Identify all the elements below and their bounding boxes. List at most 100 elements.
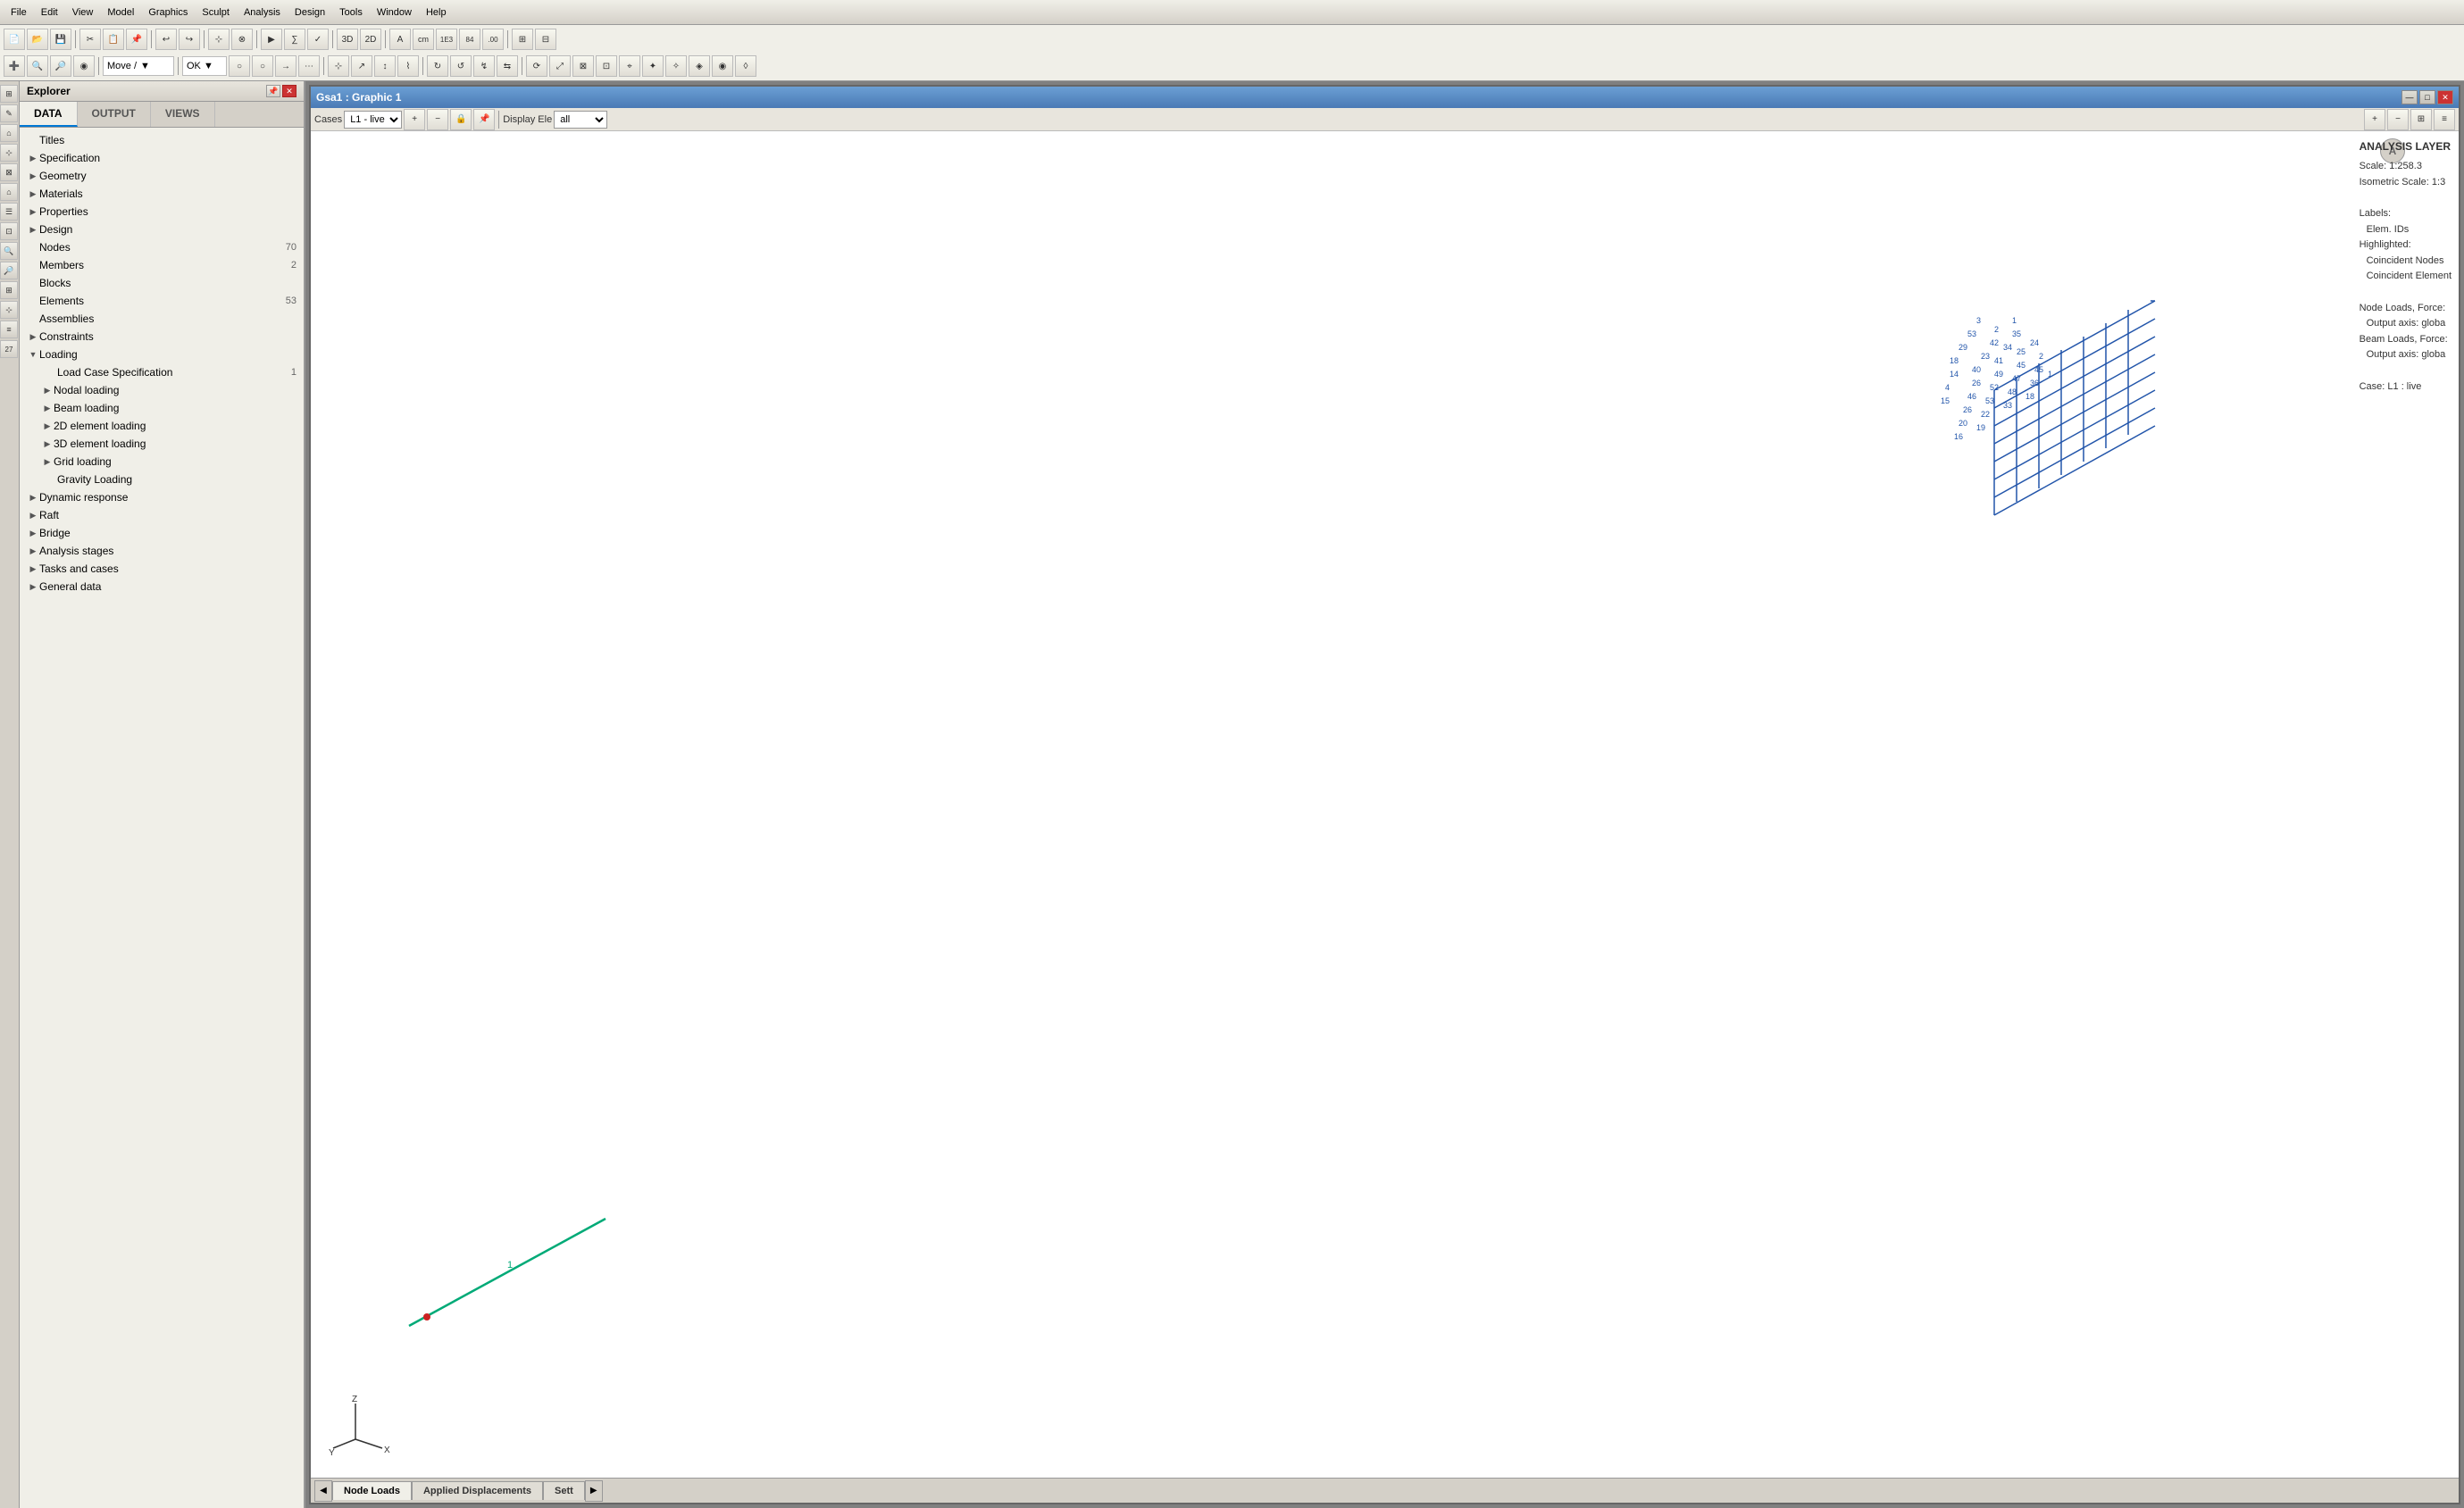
toolbar-magnet[interactable]: 🔍 [27,55,48,77]
toolbar-open[interactable]: 📂 [27,29,48,50]
tree-item-raft[interactable]: Raft [20,506,304,524]
sidebar-icon-6[interactable]: ⌂ [0,183,18,201]
tree-item-dynamic-response[interactable]: Dynamic response [20,488,304,506]
toolbar-x10[interactable]: ◊ [735,55,756,77]
tree-item-geometry[interactable]: Geometry [20,167,304,185]
sidebar-icon-4[interactable]: ⊹ [0,144,18,162]
menu-window[interactable]: Window [377,7,412,18]
toolbar-deselect[interactable]: ⊗ [231,29,253,50]
toolbar-r1[interactable]: ↻ [427,55,448,77]
toolbar-x8[interactable]: ◈ [689,55,710,77]
toolbar-analyse[interactable]: ▶ [261,29,282,50]
gfx-fit[interactable]: ⊞ [2410,109,2432,130]
toolbar-r3[interactable]: ↯ [473,55,495,77]
toolbar-snap2[interactable]: ↗ [351,55,372,77]
toolbar-add[interactable]: ➕ [4,55,25,77]
tab-applied-displacements[interactable]: Applied Displacements [412,1481,543,1500]
menu-analysis[interactable]: Analysis [244,7,280,18]
toolbar-select[interactable]: ⊹ [208,29,230,50]
toolbar-view-3d[interactable]: 3D [337,29,358,50]
tree-item-nodal-loading[interactable]: Nodal loading [20,381,304,399]
graphic-restore-button[interactable]: □ [2419,90,2435,104]
menu-model[interactable]: Model [107,7,134,18]
sidebar-icon-12[interactable]: ⊹ [0,301,18,319]
toolbar-x1[interactable]: ⟳ [526,55,547,77]
tree-item-titles[interactable]: Titles [20,131,304,149]
menu-sculpt[interactable]: Sculpt [202,7,230,18]
sidebar-icon-10[interactable]: 🔎 [0,262,18,279]
tab-settings[interactable]: Sett [543,1481,585,1500]
toolbar-snap1[interactable]: ⊹ [328,55,349,77]
explorer-pin-button[interactable]: 📌 [266,85,280,97]
toolbar-node[interactable]: ⋯ [298,55,320,77]
toolbar-more1[interactable]: ⊞ [512,29,533,50]
toolbar-new[interactable]: 📄 [4,29,25,50]
explorer-close-button[interactable]: ✕ [282,85,297,97]
graphic-minimize-button[interactable]: — [2401,90,2418,104]
toolbar-x2[interactable]: ⤢ [549,55,571,77]
sidebar-icon-5[interactable]: ⊠ [0,163,18,181]
bottom-tab-left-arrow[interactable]: ◀ [314,1480,332,1502]
toolbar-cut[interactable]: ✂ [79,29,101,50]
tab-data[interactable]: DATA [20,102,78,127]
tree-item-loading[interactable]: Loading [20,346,304,363]
move-dropdown[interactable]: Move / ▼ [103,56,174,76]
menu-help[interactable]: Help [426,7,447,18]
tree-item-grid-loading[interactable]: Grid loading [20,453,304,471]
toolbar-undo[interactable]: ↩ [155,29,177,50]
menu-edit[interactable]: Edit [41,7,58,18]
sidebar-icon-7[interactable]: ☰ [0,203,18,221]
toolbar-display[interactable]: ◉ [73,55,95,77]
menu-graphics[interactable]: Graphics [148,7,188,18]
sidebar-icon-13[interactable]: ≡ [0,321,18,338]
tree-item-design[interactable]: Design [20,221,304,238]
toolbar-zoom[interactable]: 🔎 [50,55,71,77]
toolbar-x3[interactable]: ⊠ [572,55,594,77]
tab-node-loads[interactable]: Node Loads [332,1481,412,1500]
toolbar-check[interactable]: ✓ [307,29,329,50]
toolbar-snap3[interactable]: ↕ [374,55,396,77]
sidebar-icon-3[interactable]: ⌂ [0,124,18,142]
gfx-zoom-out[interactable]: − [2387,109,2409,130]
tab-views[interactable]: VIEWS [151,102,215,127]
toolbar-x9[interactable]: ◉ [712,55,733,77]
tree-item-beam-loading[interactable]: Beam loading [20,399,304,417]
toolbar-text[interactable]: A [389,29,411,50]
sidebar-icon-2[interactable]: ✎ [0,104,18,122]
toolbar-view-2d[interactable]: 2D [360,29,381,50]
tree-item-gravity-loading[interactable]: Gravity Loading [20,471,304,488]
tree-item-materials[interactable]: Materials [20,185,304,203]
tree-item-2d-loading[interactable]: 2D element loading [20,417,304,435]
tree-item-analysis-stages[interactable]: Analysis stages [20,542,304,560]
tree-item-assemblies[interactable]: Assemblies [20,310,304,328]
toolbar-x4[interactable]: ⊡ [596,55,617,77]
display-select[interactable]: all [554,111,607,129]
tree-item-properties[interactable]: Properties [20,203,304,221]
toolbar-angle[interactable]: ○ [252,55,273,77]
sidebar-icon-9[interactable]: 🔍 [0,242,18,260]
gfx-remove-case[interactable]: − [427,109,448,130]
toolbar-snap4[interactable]: ⌇ [397,55,419,77]
sidebar-icon-11[interactable]: ⊞ [0,281,18,299]
toolbar-num2[interactable]: .00 [482,29,504,50]
sidebar-icon-8[interactable]: ⊡ [0,222,18,240]
toolbar-redo[interactable]: ↪ [179,29,200,50]
tree-item-3d-loading[interactable]: 3D element loading [20,435,304,453]
sidebar-icon-num[interactable]: 27 [0,340,18,358]
toolbar-r4[interactable]: ⇆ [497,55,518,77]
toolbar-x6[interactable]: ✦ [642,55,664,77]
tree-item-blocks[interactable]: Blocks [20,274,304,292]
tree-item-tasks-and-cases[interactable]: Tasks and cases [20,560,304,578]
graphic-close-button[interactable]: ✕ [2437,90,2453,104]
toolbar-cm[interactable]: cm [413,29,434,50]
toolbar-results[interactable]: ∑ [284,29,305,50]
tree-item-load-case-spec[interactable]: Load Case Specification 1 [20,363,304,381]
tree-item-specification[interactable]: Specification [20,149,304,167]
tree-item-elements[interactable]: Elements 53 [20,292,304,310]
tree-item-constraints[interactable]: Constraints [20,328,304,346]
menu-design[interactable]: Design [295,7,325,18]
toolbar-arrow[interactable]: → [275,55,297,77]
ok-dropdown[interactable]: OK ▼ [182,56,227,76]
tree-item-bridge[interactable]: Bridge [20,524,304,542]
toolbar-copy[interactable]: 📋 [103,29,124,50]
